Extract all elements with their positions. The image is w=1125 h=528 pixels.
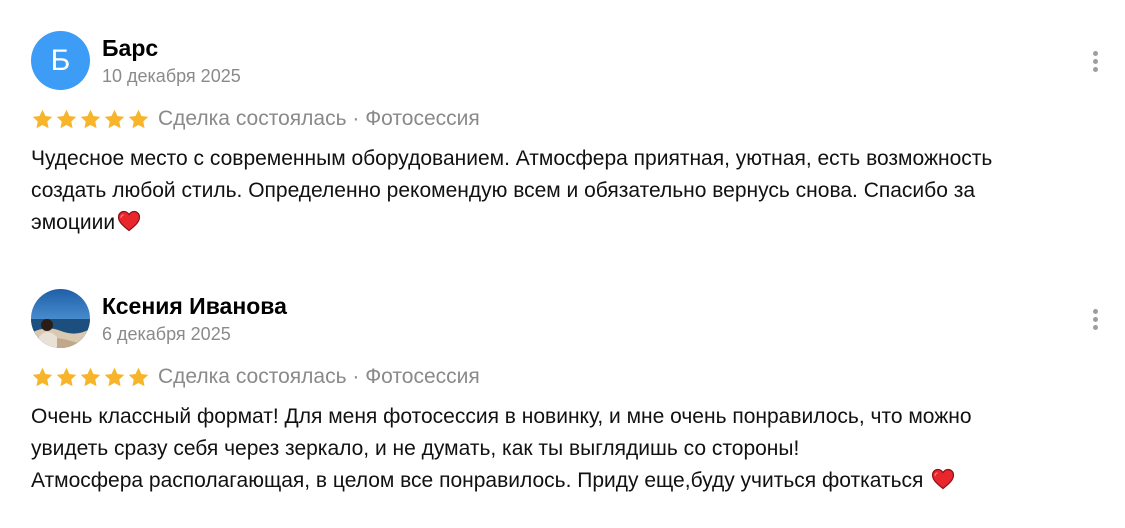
star-icon: [56, 367, 77, 386]
review-text-line-last: эмоциии: [31, 207, 1111, 239]
star-icon: [104, 109, 125, 128]
author-name[interactable]: Барс: [102, 34, 158, 62]
review-text-line: создать любой стиль. Определенно рекомен…: [31, 179, 976, 202]
star-rating: [31, 108, 150, 131]
star-icon: [80, 367, 101, 386]
review-date: 10 декабря 2025: [102, 66, 241, 86]
review-text-line: Очень классный формат! Для меня фотосесс…: [31, 405, 972, 428]
rating-row: Сделка состоялась · Фотосессия: [31, 364, 480, 390]
rating-row: Сделка состоялась · Фотосессия: [31, 106, 480, 132]
more-options-button[interactable]: [1082, 46, 1108, 76]
review-text-line: Чудесное место с современным оборудовани…: [31, 147, 993, 170]
more-vertical-icon-dot: [1092, 66, 1098, 72]
avatar-photo: [31, 289, 90, 348]
more-vertical-icon: [1092, 308, 1098, 314]
review-text: Чудесное место с современным оборудовани…: [31, 143, 1111, 239]
heart-emoji: [117, 210, 141, 232]
deal-meta: Сделка состоялась · Фотосессия: [158, 365, 480, 388]
more-vertical-icon-dot: [1092, 316, 1098, 322]
deal-meta: Сделка состоялась · Фотосессия: [158, 107, 480, 130]
review-card: Ксения Иванова 6 декабря 2025 Сделка сос…: [0, 260, 1125, 528]
review-card: Б Барс 10 декабря 2025 Сделка состоялась…: [0, 0, 1125, 260]
star-icon: [128, 109, 149, 128]
more-vertical-icon: [1092, 50, 1098, 56]
review-text: Очень классный формат! Для меня фотосесс…: [31, 401, 1111, 497]
star-icon: [56, 109, 77, 128]
star-rating: [31, 366, 150, 389]
heart-emoji: [932, 468, 955, 490]
review-text-line: эмоциии: [31, 211, 116, 234]
star-icon: [32, 367, 53, 386]
more-options-button[interactable]: [1082, 304, 1108, 334]
review-text-line: увидеть сразу себя через зеркало, и не д…: [31, 437, 800, 460]
star-icon: [32, 109, 53, 128]
review-date: 6 декабря 2025: [102, 324, 231, 344]
more-vertical-icon-dot: [1092, 58, 1098, 64]
star-icon: [80, 109, 101, 128]
author-name[interactable]: Ксения Иванова: [102, 292, 287, 320]
avatar-letter: Б: [50, 44, 71, 77]
avatar[interactable]: Б: [31, 31, 90, 90]
review-text-line-last: Атмосфера располагающая, в целом все пон…: [31, 465, 1111, 497]
star-icon: [128, 367, 149, 386]
review-text-line: Атмосфера располагающая, в целом все пон…: [31, 469, 930, 492]
star-icon: [104, 367, 125, 386]
more-vertical-icon-dot: [1092, 324, 1098, 330]
avatar[interactable]: [31, 289, 90, 348]
